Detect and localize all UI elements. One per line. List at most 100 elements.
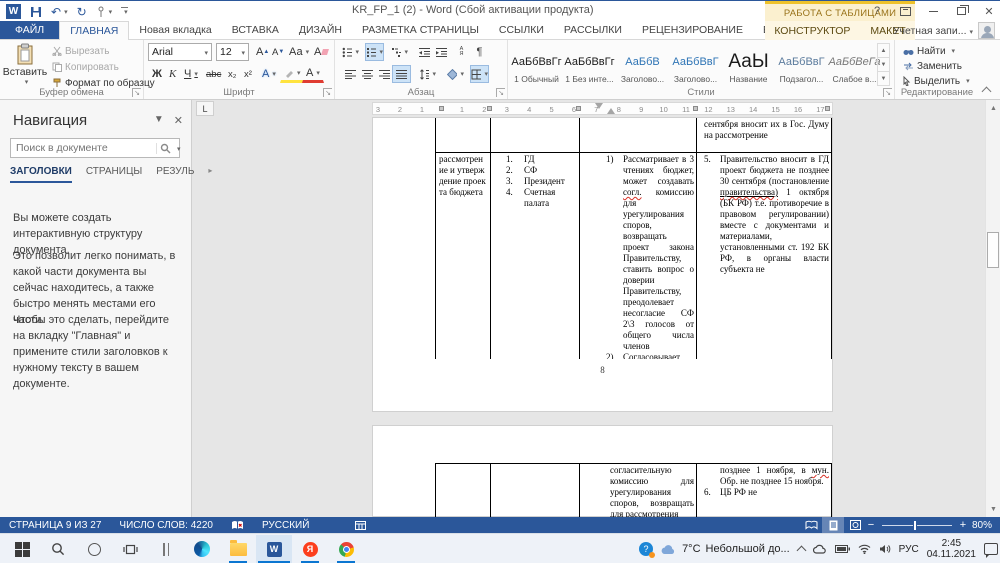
table-cell[interactable] — [435, 118, 490, 152]
taskbar-search-button[interactable] — [40, 535, 76, 563]
ribbon-display-options-button[interactable] — [898, 4, 912, 18]
table-cell-stage[interactable]: рассмотрение и утверждение проекта бюдже… — [435, 153, 490, 359]
cut-button[interactable]: Вырезать — [48, 44, 159, 58]
tab-review[interactable]: РЕЦЕНЗИРОВАНИЕ — [632, 21, 753, 39]
tab-references[interactable]: ССЫЛКИ — [489, 21, 554, 39]
highlight-button[interactable] — [280, 65, 305, 83]
show-hidden-icons-button[interactable] — [796, 546, 806, 556]
underline-button[interactable]: Ч — [180, 65, 202, 83]
table-column-marker[interactable] — [487, 106, 492, 111]
tab-mailings[interactable]: РАССЫЛКИ — [554, 21, 632, 39]
borders-button[interactable] — [470, 65, 489, 83]
table-cell[interactable]: согласительную комиссию для урегулирован… — [579, 464, 696, 517]
tab-file[interactable]: ФАЙЛ — [0, 21, 59, 39]
text-effects-button[interactable]: А — [258, 65, 280, 83]
bold-button[interactable]: Ж — [148, 65, 166, 83]
macro-record-icon[interactable] — [346, 517, 375, 533]
zoom-slider[interactable] — [882, 525, 952, 526]
document-page[interactable]: согласительную комиссию для урегулирован… — [372, 425, 833, 517]
style-card[interactable]: АаЫНазвание — [724, 43, 773, 86]
tab-selector-button[interactable]: L — [196, 101, 214, 116]
styles-dialog-launcher[interactable]: ↘ — [883, 88, 892, 97]
paste-button[interactable]: Вставить — [4, 43, 46, 91]
redo-icon[interactable]: ↻ — [77, 5, 87, 19]
file-explorer-button[interactable] — [220, 535, 256, 563]
cortana-button[interactable] — [76, 535, 112, 563]
table-cell-powers[interactable]: 1) Рассматривает в 3 чтениях бюджет, мож… — [579, 153, 696, 359]
word-app-icon[interactable]: W — [6, 4, 21, 19]
zoom-in-button[interactable]: + — [958, 519, 968, 531]
minimize-button[interactable] — [926, 4, 940, 18]
close-button[interactable]: ✕ — [982, 4, 996, 18]
table-column-marker[interactable] — [439, 106, 444, 111]
line-spacing-button[interactable] — [418, 65, 437, 83]
tab-insert[interactable]: ВСТАВКА — [222, 21, 289, 39]
shading-button[interactable] — [446, 65, 465, 83]
clipboard-dialog-launcher[interactable]: ↘ — [132, 88, 141, 97]
tab-custom[interactable]: Новая вкладка — [129, 21, 221, 39]
style-card[interactable]: АаБбВвГЗаголово... — [671, 43, 720, 86]
zoom-level[interactable]: 80% — [968, 520, 998, 531]
table-cell[interactable] — [435, 464, 490, 517]
tab-home[interactable]: ГЛАВНАЯ — [59, 21, 129, 40]
search-options-icon[interactable] — [174, 142, 183, 154]
tab-page-layout[interactable]: РАЗМЕТКА СТРАНИЦЫ — [352, 21, 489, 39]
multilevel-list-button[interactable] — [390, 43, 409, 61]
input-language-indicator[interactable]: РУС — [899, 544, 919, 555]
style-card[interactable]: АаБбВвГг1 Обычный — [512, 43, 561, 86]
edge-button[interactable] — [184, 535, 220, 563]
change-case-button[interactable]: Аа — [285, 43, 313, 61]
font-color-button[interactable]: А — [302, 65, 324, 83]
font-family-combo[interactable]: Arial — [148, 43, 212, 61]
table-column-marker[interactable] — [825, 106, 830, 111]
increase-indent-button[interactable] — [432, 43, 451, 61]
collapse-ribbon-button[interactable] — [982, 87, 992, 93]
help-button[interactable]: ? — [870, 4, 884, 18]
styles-more-button[interactable]: ▼ — [878, 72, 889, 85]
numbering-button[interactable] — [365, 43, 384, 61]
avatar[interactable] — [978, 22, 995, 39]
search-input[interactable] — [11, 142, 156, 154]
web-layout-button[interactable] — [844, 517, 866, 533]
document-table[interactable]: сентября вносит их в Гос. Думу на рассмо… — [435, 118, 832, 359]
nav-close-icon[interactable]: ✕ — [174, 114, 183, 127]
undo-icon[interactable]: ↶ — [51, 5, 68, 19]
clear-formatting-button[interactable]: А — [310, 43, 332, 61]
weather-widget[interactable]: 7°C Небольшой до... — [661, 543, 790, 555]
get-help-icon[interactable]: ? — [639, 542, 653, 556]
vertical-scrollbar[interactable]: ▲ ▼ — [985, 100, 1000, 517]
tab-design[interactable]: ДИЗАЙН — [289, 21, 352, 39]
page-indicator[interactable]: СТРАНИЦА 9 ИЗ 27 — [0, 517, 110, 533]
table-cell[interactable]: сентября вносит их в Гос. Думу на рассмо… — [696, 118, 832, 152]
table-cell[interactable] — [490, 118, 579, 152]
show-marks-button[interactable]: ¶ — [470, 43, 489, 61]
clock[interactable]: 2:45 04.11.2021 — [927, 538, 976, 560]
justify-button[interactable] — [392, 65, 411, 83]
document-table[interactable]: согласительную комиссию для урегулирован… — [435, 463, 832, 517]
font-size-combo[interactable]: 12 — [216, 43, 249, 61]
yandex-browser-button[interactable]: Я — [292, 535, 328, 563]
table-column-marker[interactable] — [576, 106, 581, 111]
wifi-icon[interactable] — [858, 544, 871, 554]
select-button[interactable]: Выделить — [899, 74, 974, 88]
tab-table-design[interactable]: КОНСТРУКТОР — [764, 21, 860, 40]
replace-button[interactable]: Заменить — [899, 59, 966, 73]
style-card[interactable]: АаБбВеГаСлабое в... — [830, 43, 879, 86]
subscript-button[interactable]: х₂ — [224, 65, 240, 83]
italic-button[interactable]: К — [165, 65, 180, 83]
battery-icon[interactable] — [835, 545, 850, 553]
nav-options-dropdown-icon[interactable]: ▼ — [154, 114, 164, 127]
zoom-slider-thumb[interactable] — [913, 520, 917, 531]
strikethrough-button[interactable]: abc — [202, 65, 225, 83]
volume-icon[interactable] — [879, 544, 891, 554]
account-label[interactable]: Учетная запи... — [893, 25, 973, 37]
touch-mode-icon[interactable] — [96, 6, 113, 18]
table-column-marker[interactable] — [693, 106, 698, 111]
restore-button[interactable] — [954, 4, 968, 18]
nav-tab-headings[interactable]: ЗАГОЛОВКИ — [10, 166, 72, 183]
print-layout-button[interactable] — [822, 517, 844, 533]
chrome-button[interactable] — [328, 535, 364, 563]
word-count[interactable]: ЧИСЛО СЛОВ: 4220 — [110, 517, 222, 533]
font-dialog-launcher[interactable]: ↘ — [323, 88, 332, 97]
table-cell-participants[interactable]: 1.ГД2.СФ3.Президент4.Счетная палата — [490, 153, 579, 359]
